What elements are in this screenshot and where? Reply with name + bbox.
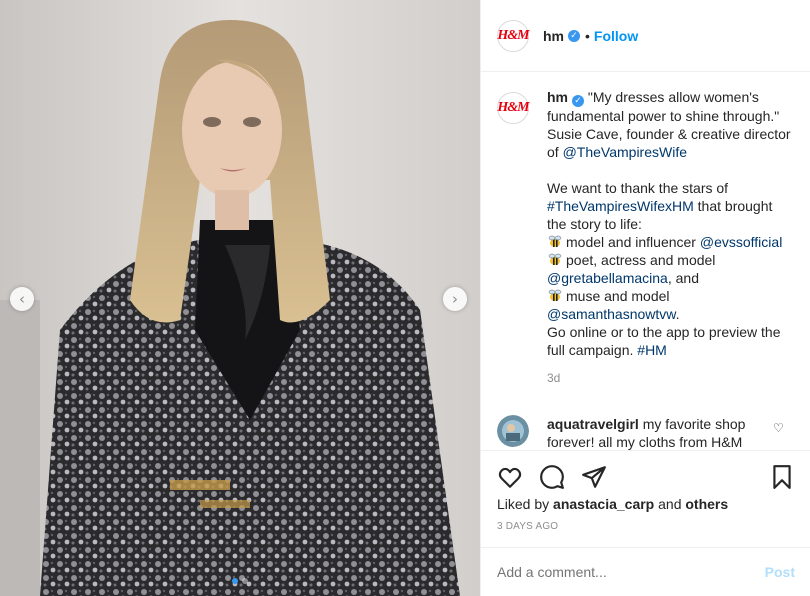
post-date[interactable]: 3 DAYS AGO <box>497 521 558 532</box>
post-media[interactable]: ‹ › <box>0 0 480 596</box>
comment-input[interactable] <box>497 564 765 580</box>
chevron-right-icon: › <box>452 290 458 308</box>
header-username[interactable]: hm <box>543 28 564 44</box>
comment-text: aquatravelgirl my favorite shop forever!… <box>547 415 767 450</box>
verified-badge-icon: ✓ <box>572 95 584 107</box>
caption-thanks: We want to thank the stars of <box>547 180 729 196</box>
post-side-panel: H&M hm ✓ • Follow H&M hm ✓ "My dresses al… <box>480 0 810 596</box>
post-photo <box>0 0 480 596</box>
caption-line1: model and influencer <box>566 234 696 250</box>
hashtag-thevampireswifexhm[interactable]: #TheVampiresWifexHM <box>547 198 694 214</box>
heart-icon[interactable] <box>497 464 523 490</box>
heart-outline-icon[interactable]: ♡ <box>773 421 784 435</box>
bee-icon <box>548 289 562 301</box>
carousel-indicator <box>0 578 480 584</box>
likes-summary: Liked by anastacia_carp and others <box>497 496 728 512</box>
caption-username[interactable]: hm <box>547 89 568 105</box>
commenter-avatar[interactable] <box>497 415 529 447</box>
caption-avatar[interactable]: H&M <box>497 92 530 124</box>
add-comment-bar: Post <box>481 547 810 596</box>
caption-text: hm ✓ "My dresses allow women's fundamenta… <box>547 88 795 387</box>
post-actions <box>481 450 810 502</box>
caption-line2-suffix: , and <box>667 270 699 286</box>
commenter-username[interactable]: aquatravelgirl <box>547 416 639 432</box>
caption-line2: poet, actress and model <box>566 252 716 268</box>
liked-by-user[interactable]: anastacia_carp <box>553 496 654 512</box>
hm-logo: H&M <box>497 27 529 43</box>
mention-samanthasnowtvw[interactable]: @samanthasnowtvw <box>547 306 676 322</box>
bee-icon <box>548 235 562 247</box>
caption-line3: muse and model <box>566 288 670 304</box>
hashtag-hm[interactable]: #HM <box>637 342 667 358</box>
carousel-dot <box>242 578 248 584</box>
paper-plane-icon[interactable] <box>581 464 607 490</box>
verified-badge-icon: ✓ <box>568 29 580 42</box>
comments-list[interactable]: H&M hm ✓ "My dresses allow women's fundam… <box>481 72 810 450</box>
caption-line3-suffix: . <box>675 306 680 322</box>
likes-others-link[interactable]: others <box>685 496 728 512</box>
bookmark-icon[interactable] <box>769 464 795 490</box>
chevron-left-icon: ‹ <box>19 290 25 308</box>
mention-thevampireswife[interactable]: @TheVampiresWife <box>563 144 687 160</box>
comment-item: aquatravelgirl my favorite shop forever!… <box>497 415 795 450</box>
carousel-dot-active <box>232 578 238 584</box>
follow-button[interactable]: Follow <box>594 28 638 44</box>
mention-evssofficial[interactable]: @evssofficial <box>700 234 782 250</box>
comment-icon[interactable] <box>539 464 565 490</box>
bee-icon <box>548 253 562 265</box>
profile-avatar[interactable]: H&M <box>497 19 530 52</box>
post-header: H&M hm ✓ • Follow <box>481 0 810 72</box>
next-slide-button[interactable]: › <box>443 287 467 311</box>
post-modal: ‹ › H&M hm ✓ • Follow H&M hm ✓ "My dress… <box>0 0 810 596</box>
header-separator: • <box>585 27 590 44</box>
hm-logo: H&M <box>497 100 529 115</box>
post-caption: H&M hm ✓ "My dresses allow women's fundam… <box>497 88 795 387</box>
mention-gretabellamacina[interactable]: @gretabellamacina <box>547 270 668 286</box>
likes-prefix: Liked by <box>497 496 550 512</box>
caption-time[interactable]: 3d <box>547 369 795 387</box>
prev-slide-button[interactable]: ‹ <box>10 287 34 311</box>
likes-joiner: and <box>658 496 682 512</box>
post-comment-button[interactable]: Post <box>765 564 795 580</box>
